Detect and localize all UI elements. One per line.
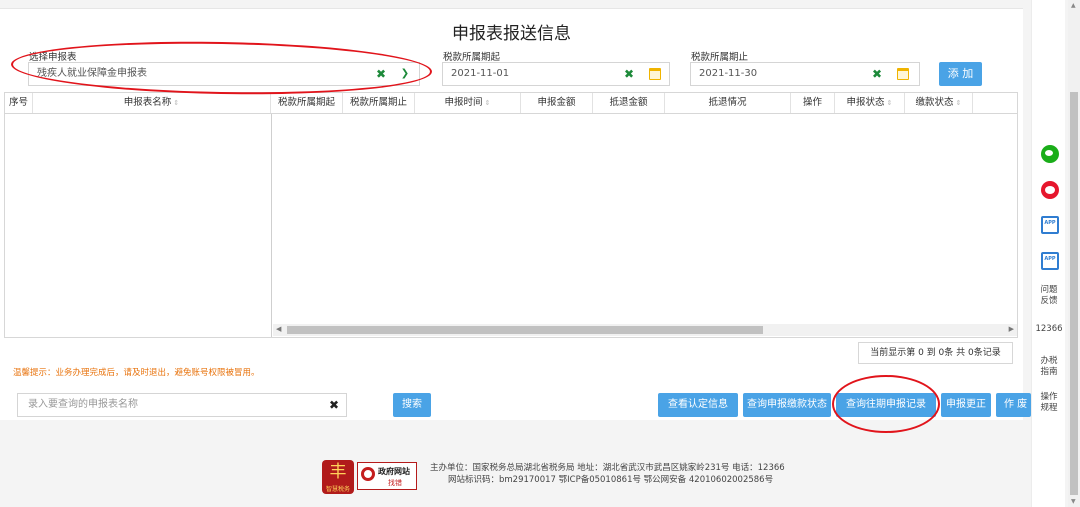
feedback-link[interactable]: 问题反馈 — [1032, 285, 1066, 307]
gov-site-error-logo[interactable]: 政府网站 找错 — [357, 462, 417, 490]
scroll-left-icon[interactable]: ◀ — [276, 325, 281, 333]
sort-icon: ⇕ — [886, 99, 893, 107]
col-refund-amount[interactable]: 抵退金额 — [593, 93, 665, 113]
start-period-value: 2021-11-01 — [451, 68, 510, 79]
tax-emblem-icon: 丰 — [329, 462, 347, 482]
col-declare-time[interactable]: 申报时间 ⇕ — [415, 93, 521, 113]
col-declare-status[interactable]: 申报状态 ⇕ — [835, 93, 905, 113]
clear-icon[interactable]: ✖ — [375, 67, 387, 81]
vertical-scrollbar[interactable]: ▲ ▼ — [1068, 0, 1080, 507]
hotline-link[interactable]: 12366 — [1032, 324, 1066, 335]
scrollbar-thumb[interactable] — [287, 326, 763, 334]
query-payment-status-button[interactable]: 查询申报缴款状态 — [743, 393, 831, 417]
sort-icon: ⇕ — [173, 99, 180, 107]
search-input[interactable]: 录入要查询的申报表名称 ✖ — [17, 393, 347, 417]
table-body: ◀ ▶ — [4, 114, 1018, 338]
page-title: 申报表报送信息 — [452, 24, 571, 44]
end-period-label: 税款所属期止 — [691, 52, 749, 63]
pagination-info: 当前显示第 0 到 0条 共 0条记录 — [858, 342, 1013, 364]
void-button[interactable]: 作 废 — [996, 393, 1031, 417]
start-period-field[interactable]: 2021-11-01 ✖ — [442, 62, 670, 86]
warning-tip: 温馨提示：业务办理完成后，请及时退出，避免账号权限被冒用。 — [13, 368, 260, 378]
col-period-end[interactable]: 税款所属期止 — [343, 93, 415, 113]
table-header: 序号 申报表名称 ⇕ 税款所属期起 税款所属期止 申报时间 ⇕ 申报金额 抵退金额 … — [4, 92, 1018, 114]
calendar-icon[interactable] — [649, 68, 661, 80]
footer: 丰 智慧税务 政府网站 找错 主办单位：国家税务总局湖北省税务局 地址：湖北省武… — [0, 448, 1030, 498]
search-button[interactable]: 搜索 — [393, 393, 431, 417]
app-icon[interactable]: APP — [1041, 216, 1059, 234]
magnifier-icon — [361, 467, 375, 481]
sort-icon: ⇕ — [955, 99, 962, 107]
sort-icon: ⇕ — [484, 99, 491, 107]
calendar-icon[interactable] — [897, 68, 909, 80]
tax-badge-logo[interactable]: 丰 智慧税务 — [322, 460, 354, 494]
wechat-icon[interactable] — [1041, 145, 1059, 163]
horizontal-scrollbar[interactable]: ◀ ▶ — [273, 324, 1017, 336]
form-select-value: 残疾人就业保障金申报表 — [37, 68, 147, 79]
view-certification-button[interactable]: 查看认定信息 — [658, 393, 738, 417]
col-payment-status[interactable]: 缴款状态 ⇕ — [905, 93, 973, 113]
frozen-column-divider — [271, 114, 272, 337]
end-period-field[interactable]: 2021-11-30 ✖ — [690, 62, 920, 86]
col-period-start[interactable]: 税款所属期起 — [271, 93, 343, 113]
col-refund-status[interactable]: 抵退情况 — [665, 93, 791, 113]
clear-icon[interactable]: ✖ — [623, 67, 635, 81]
start-period-label: 税款所属期起 — [443, 52, 501, 63]
search-placeholder: 录入要查询的申报表名称 — [28, 399, 138, 410]
col-form-name[interactable]: 申报表名称 ⇕ — [33, 93, 271, 113]
gov-logo-line2: 找错 — [388, 479, 402, 487]
col-index[interactable]: 序号 — [5, 93, 33, 113]
scroll-down-icon[interactable]: ▼ — [1071, 498, 1076, 505]
add-button[interactable]: 添 加 — [939, 62, 982, 86]
col-declare-amount[interactable]: 申报金额 — [521, 93, 593, 113]
form-select-label: 选择申报表 — [29, 52, 77, 63]
form-select[interactable]: 残疾人就业保障金申报表 ✖ ❯ — [28, 62, 420, 86]
footer-line1: 主办单位：国家税务总局湖北省税务局 地址：湖北省武汉市武昌区姚家岭231号 电话… — [430, 463, 785, 473]
badge-logo-text: 智慧税务 — [325, 486, 350, 493]
chevron-down-icon[interactable]: ❯ — [399, 67, 411, 81]
footer-text: 主办单位：国家税务总局湖北省税务局 地址：湖北省武汉市武昌区姚家岭231号 电话… — [430, 462, 785, 486]
end-period-value: 2021-11-30 — [699, 68, 758, 79]
clear-icon[interactable]: ✖ — [871, 67, 883, 81]
scroll-up-icon[interactable]: ▲ — [1071, 2, 1076, 9]
app-icon[interactable]: APP — [1041, 252, 1059, 270]
clear-icon[interactable]: ✖ — [328, 398, 340, 412]
gov-logo-line1: 政府网站 — [378, 467, 410, 476]
col-operation[interactable]: 操作 — [791, 93, 835, 113]
floating-sidebar: APP APP 问题反馈 12366 办税指南 操作规程 — [1031, 0, 1065, 507]
query-history-button[interactable]: 查询往期申报记录 — [836, 393, 936, 417]
guide-link[interactable]: 办税指南 — [1032, 356, 1066, 378]
footer-line2: 网站标识码：bm29170017 鄂ICP备05010861号 鄂公网安备 42… — [448, 475, 774, 485]
procedure-link[interactable]: 操作规程 — [1032, 392, 1066, 414]
scroll-right-icon[interactable]: ▶ — [1009, 325, 1014, 333]
weibo-icon[interactable] — [1041, 181, 1059, 199]
correct-declaration-button[interactable]: 申报更正 — [941, 393, 991, 417]
scrollbar-thumb[interactable] — [1070, 92, 1078, 495]
